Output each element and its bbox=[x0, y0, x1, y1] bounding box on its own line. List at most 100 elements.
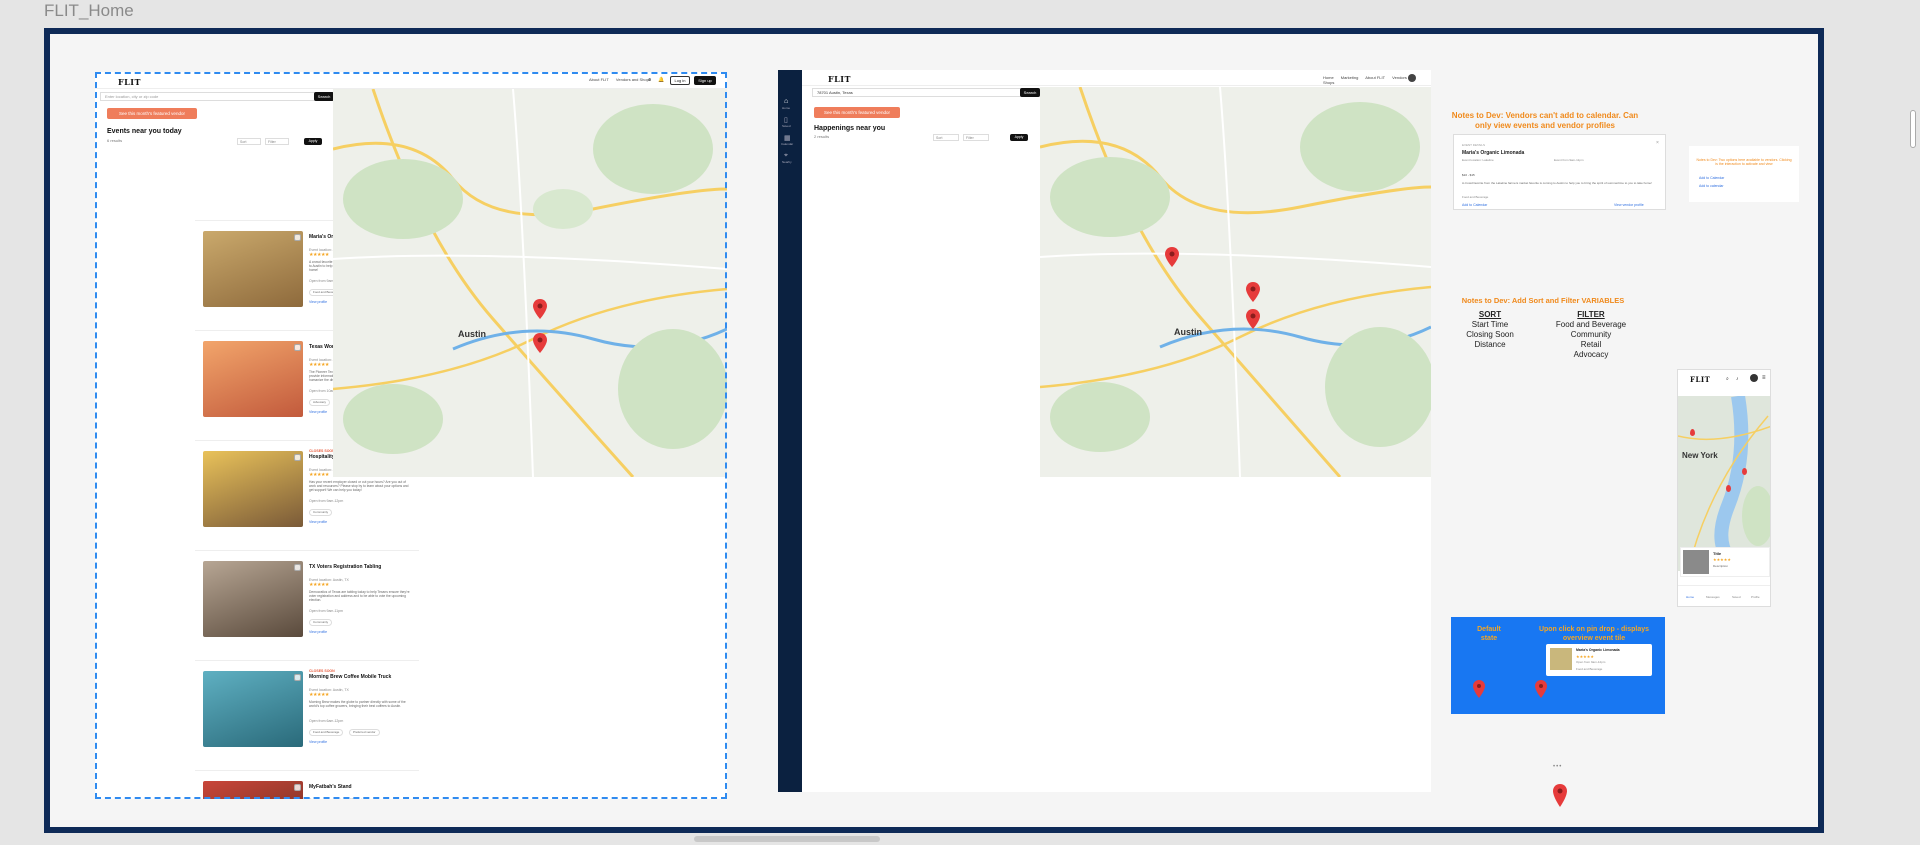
heart-icon[interactable] bbox=[294, 784, 301, 791]
calendar-icon[interactable]: ▦ bbox=[784, 134, 791, 142]
nav-about[interactable]: About FLIT bbox=[1365, 75, 1385, 80]
small-option-1[interactable]: Add to Calendar bbox=[1699, 176, 1724, 180]
bell-icon[interactable]: ♪ bbox=[1736, 376, 1739, 382]
tab-home[interactable]: Home bbox=[1686, 595, 1694, 599]
view-vendor-profile-link[interactable]: View vendor profile bbox=[1614, 203, 1644, 207]
map-pin-icon[interactable] bbox=[533, 299, 547, 319]
event-card[interactable]: CLOSES SOON Morning Brew Coffee Mobile T… bbox=[195, 660, 419, 770]
event-thumbnail[interactable] bbox=[203, 561, 303, 637]
event-thumbnail[interactable] bbox=[203, 231, 303, 307]
nav-vendors[interactable]: Vendors and Shops bbox=[616, 77, 651, 82]
location-input[interactable]: 78701 Austin, Texas bbox=[812, 88, 1052, 97]
map-pin-icon[interactable] bbox=[1553, 784, 1567, 808]
heart-icon[interactable] bbox=[294, 564, 301, 571]
view-profile-link[interactable]: View profile bbox=[309, 410, 327, 414]
filter-option: Community bbox=[1570, 330, 1612, 339]
vertical-scrollbar[interactable] bbox=[1910, 110, 1916, 148]
sort-select[interactable]: Sort bbox=[933, 134, 959, 141]
popup-title: Maria's Organic Limonada bbox=[1576, 648, 1620, 652]
map-pin-icon[interactable] bbox=[1246, 282, 1260, 302]
flit-logo[interactable]: FLIT bbox=[828, 74, 851, 84]
flit-logo[interactable]: FLIT bbox=[118, 77, 141, 87]
add-to-calendar-link[interactable]: Add to Calendar bbox=[1462, 203, 1487, 207]
view-profile-link[interactable]: View profile bbox=[309, 520, 327, 524]
location-icon[interactable]: ⌖ bbox=[784, 152, 788, 160]
event-card[interactable]: MyFatbah's Stand Event location: Austin,… bbox=[195, 770, 419, 799]
featured-vendor-button[interactable]: See this month's featured vendor bbox=[814, 107, 900, 118]
results-count: 2 results bbox=[814, 134, 830, 139]
location-search-input[interactable]: Enter location, city or zip code bbox=[100, 92, 317, 101]
signup-button[interactable]: Sign up bbox=[694, 76, 716, 85]
event-thumbnail[interactable] bbox=[203, 341, 303, 417]
desktop-screen-a[interactable]: FLIT About FLIT Vendors and Shops ⌕ 🔔 Lo… bbox=[95, 72, 727, 799]
tab-profile[interactable]: Profile bbox=[1751, 595, 1760, 599]
default-state-label: Default state bbox=[1477, 626, 1501, 642]
more-icon[interactable]: ••• bbox=[1553, 764, 1562, 770]
view-profile-link[interactable]: View profile bbox=[309, 740, 327, 744]
side-nav-nearby[interactable]: Nearby bbox=[782, 160, 792, 164]
search-button[interactable]: Search bbox=[1020, 88, 1040, 97]
detail-label: EVENT DETAILS bbox=[1462, 143, 1486, 147]
event-title[interactable]: TX Voters Registration Tabling bbox=[309, 564, 415, 570]
map-pin-icon[interactable] bbox=[1726, 485, 1731, 492]
bell-icon[interactable]: 🔔 bbox=[658, 77, 664, 83]
event-title[interactable]: MyFatbah's Stand bbox=[309, 784, 415, 790]
horizontal-scrollbar[interactable] bbox=[694, 836, 880, 842]
pin-popup-tile[interactable]: Maria's Organic Limonada ★★★★★ Open from… bbox=[1546, 644, 1652, 676]
heart-icon[interactable] bbox=[294, 674, 301, 681]
map-graphic bbox=[1040, 87, 1431, 477]
login-button[interactable]: Log in bbox=[670, 76, 690, 85]
side-nav-home[interactable]: Home bbox=[782, 106, 790, 110]
card-thumbnail bbox=[1683, 550, 1709, 574]
map-pin-icon[interactable] bbox=[1742, 468, 1747, 475]
nav-marketing[interactable]: Marketing bbox=[1341, 75, 1359, 80]
avatar[interactable] bbox=[1408, 74, 1416, 82]
event-thumbnail[interactable] bbox=[203, 671, 303, 747]
mobile-map[interactable]: New York bbox=[1678, 396, 1770, 571]
map-pin-icon[interactable] bbox=[1165, 247, 1179, 267]
event-thumbnail[interactable] bbox=[203, 451, 303, 527]
close-icon[interactable]: × bbox=[1656, 140, 1659, 146]
view-profile-link[interactable]: View profile bbox=[309, 300, 327, 304]
bookmark-icon[interactable]: ▯ bbox=[784, 116, 788, 124]
heart-icon[interactable] bbox=[294, 454, 301, 461]
event-map[interactable]: Austin bbox=[1040, 87, 1431, 477]
home-icon[interactable]: ⌂ bbox=[784, 98, 788, 105]
apply-button[interactable]: Apply bbox=[304, 138, 322, 145]
event-thumbnail[interactable] bbox=[203, 781, 303, 799]
map-pin-icon[interactable] bbox=[533, 333, 547, 353]
map-pin-icon[interactable] bbox=[1473, 680, 1485, 698]
card-title: Title bbox=[1713, 551, 1722, 556]
heart-icon[interactable] bbox=[294, 344, 301, 351]
view-profile-link[interactable]: View profile bbox=[309, 630, 327, 634]
desktop-screen-b[interactable]: ⌂ Home ▯ Saved ▦ Calendar ⌖ Nearby FLIT … bbox=[778, 70, 1431, 792]
map-pin-icon[interactable] bbox=[1690, 429, 1695, 436]
heart-icon[interactable] bbox=[294, 234, 301, 241]
avatar[interactable] bbox=[1750, 374, 1758, 382]
side-nav-calendar[interactable]: Calendar bbox=[781, 142, 793, 146]
category-chip: Community bbox=[309, 509, 333, 516]
search-button[interactable]: Search bbox=[314, 92, 334, 101]
map-pin-icon[interactable] bbox=[1535, 680, 1547, 698]
filter-select[interactable]: Filter bbox=[963, 134, 989, 141]
small-option-2[interactable]: Add to calendar bbox=[1699, 184, 1724, 188]
flit-logo[interactable]: FLIT bbox=[1690, 375, 1710, 384]
event-title[interactable]: Morning Brew Coffee Mobile Truck bbox=[309, 674, 415, 680]
search-icon[interactable]: ⌕ bbox=[1726, 376, 1729, 382]
sort-select[interactable]: Sort bbox=[237, 138, 261, 145]
filter-select[interactable]: Filter bbox=[265, 138, 289, 145]
rating-stars: ★★★★★ bbox=[309, 582, 329, 588]
nav-about[interactable]: About FLIT bbox=[589, 77, 609, 82]
event-map[interactable]: Austin bbox=[333, 89, 727, 477]
tab-saved[interactable]: Saved bbox=[1732, 595, 1741, 599]
apply-button[interactable]: Apply bbox=[1010, 134, 1028, 141]
featured-vendor-button[interactable]: See this month's featured vendor bbox=[107, 108, 197, 119]
side-nav-saved[interactable]: Saved bbox=[782, 124, 791, 128]
map-pin-icon[interactable] bbox=[1246, 309, 1260, 329]
menu-icon[interactable]: ≡ bbox=[1762, 375, 1766, 381]
search-icon[interactable]: ⌕ bbox=[648, 77, 651, 84]
mobile-event-card[interactable]: Title ★★★★★ Description bbox=[1680, 547, 1770, 577]
event-card[interactable]: TX Voters Registration Tabling Event loc… bbox=[195, 550, 419, 660]
tab-messages[interactable]: Messages bbox=[1706, 595, 1720, 599]
mobile-screen[interactable]: FLIT ⌕ ♪ ≡ New York Title ★★★★★ Descript… bbox=[1677, 369, 1771, 607]
